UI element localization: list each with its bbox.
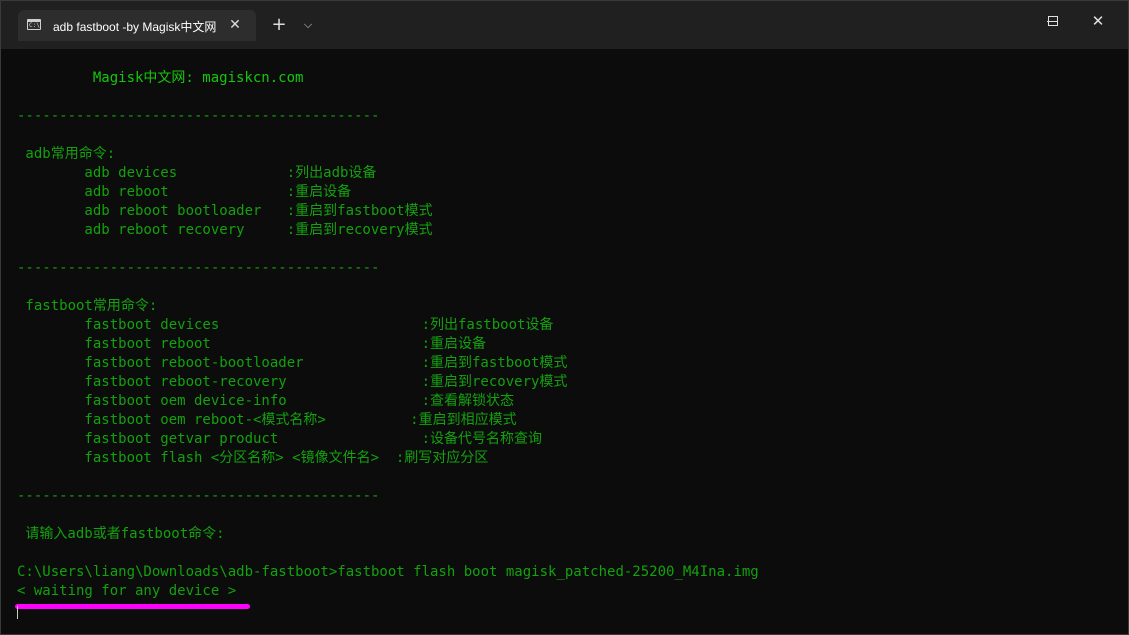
close-button[interactable]: ✕ [1083, 9, 1113, 33]
terminal-icon: C:\ [27, 19, 41, 30]
command-line: fastboot reboot-recovery :重启到recovery模式 [17, 374, 568, 390]
banner-line: Magisk中文网: magiskcn.com [17, 70, 304, 86]
command-line: fastboot oem reboot-<模式名称> :重启到相应模式 [17, 412, 517, 428]
tab-title: adb fastboot -by Magisk中文网 [53, 20, 217, 34]
title-bar: C:\ adb fastboot -by Magisk中文网 ✕ + ⌵ ✕ [1, 1, 1128, 49]
command-line: fastboot getvar product :设备代号名称查询 [17, 431, 543, 447]
terminal-window: C:\ adb fastboot -by Magisk中文网 ✕ + ⌵ ✕ M… [0, 0, 1129, 635]
command-line: adb devices :列出adb设备 [17, 165, 377, 181]
separator-line: ----------------------------------------… [17, 260, 380, 276]
new-tab-button[interactable]: + [269, 15, 289, 35]
command-line: fastboot flash <分区名称> <镜像文件名> :刷写对应分区 [17, 450, 489, 466]
fastboot-heading: fastboot常用命令: [17, 298, 158, 314]
command-line: adb reboot bootloader :重启到fastboot模式 [17, 203, 433, 219]
tab-adb-fastboot[interactable]: C:\ adb fastboot -by Magisk中文网 ✕ [18, 10, 256, 41]
separator-line: ----------------------------------------… [17, 488, 380, 504]
command-line: adb reboot :重启设备 [17, 184, 352, 200]
tab-close-icon[interactable]: ✕ [225, 15, 245, 35]
input-prompt-text: 请输入adb或者fastboot命令: [17, 526, 225, 542]
highlight-underline [15, 604, 250, 609]
command-line: fastboot reboot :重启设备 [17, 336, 487, 352]
command-line: fastboot reboot-bootloader :重启到fastboot模… [17, 355, 568, 371]
adb-heading: adb常用命令: [17, 146, 116, 162]
executed-command: C:\Users\liang\Downloads\adb-fastboot>fa… [17, 564, 759, 580]
separator-line: ----------------------------------------… [17, 108, 380, 124]
maximize-button[interactable] [1038, 9, 1068, 33]
maximize-icon [1048, 16, 1058, 26]
waiting-status: < waiting for any device > [17, 583, 237, 599]
chevron-down-icon[interactable]: ⌵ [299, 15, 317, 35]
command-line: fastboot oem device-info :查看解锁状态 [17, 393, 515, 409]
command-line: fastboot devices :列出fastboot设备 [17, 317, 554, 333]
text-cursor [17, 606, 18, 619]
command-line: adb reboot recovery :重启到recovery模式 [17, 222, 433, 238]
